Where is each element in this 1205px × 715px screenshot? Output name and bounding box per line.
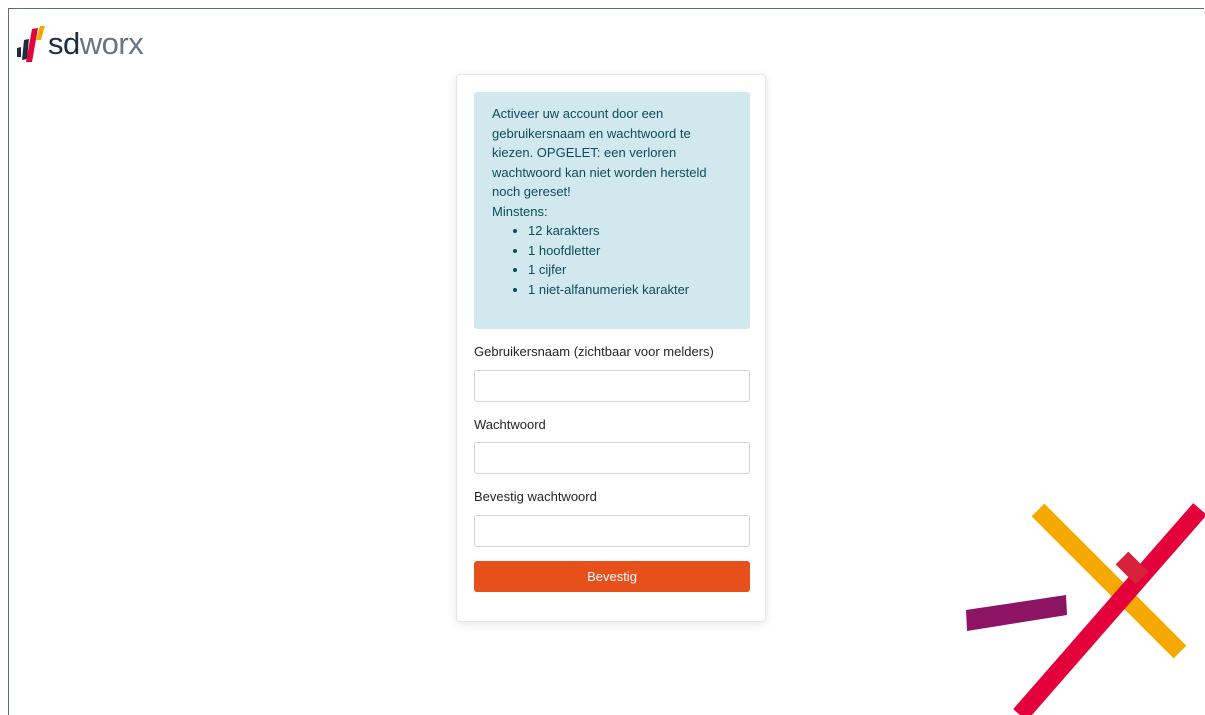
confirm-button[interactable]: Bevestig xyxy=(474,561,750,592)
password-requirements-notice: Activeer uw account door een gebruikersn… xyxy=(474,92,750,329)
deco-purple-bar xyxy=(966,595,1067,631)
requirement-item: 1 hoofdletter xyxy=(528,241,734,261)
requirements-list: 12 karakters 1 hoofdletter 1 cijfer 1 ni… xyxy=(492,221,734,299)
password-input[interactable] xyxy=(474,442,750,474)
confirm-password-input[interactable] xyxy=(474,515,750,547)
username-label: Gebruikersnaam (zichtbaar voor melders) xyxy=(474,344,714,359)
requirement-item: 1 cijfer xyxy=(528,260,734,280)
sdworx-logo-mark-icon xyxy=(17,26,45,62)
requirement-item: 12 karakters xyxy=(528,221,734,241)
decorative-x-graphic xyxy=(966,503,1205,715)
confirm-password-label: Bevestig wachtwoord xyxy=(474,489,597,504)
deco-overlap xyxy=(1115,551,1149,585)
logo-worx: worx xyxy=(79,26,144,61)
activation-card: Activeer uw account door een gebruikersn… xyxy=(456,74,766,622)
username-input[interactable] xyxy=(474,370,750,402)
requirement-item: 1 niet-alfanumeriek karakter xyxy=(528,280,734,300)
deco-yellow-stroke xyxy=(1031,503,1187,659)
sdworx-logo-text: sdworx xyxy=(48,26,144,61)
logo-sd: sd xyxy=(48,26,80,61)
notice-minimum-label: Minstens: xyxy=(492,203,548,219)
sdworx-logo: sdworx xyxy=(16,22,144,62)
password-label: Wachtwoord xyxy=(474,417,546,432)
notice-intro: Activeer uw account door een gebruikersn… xyxy=(492,106,707,199)
